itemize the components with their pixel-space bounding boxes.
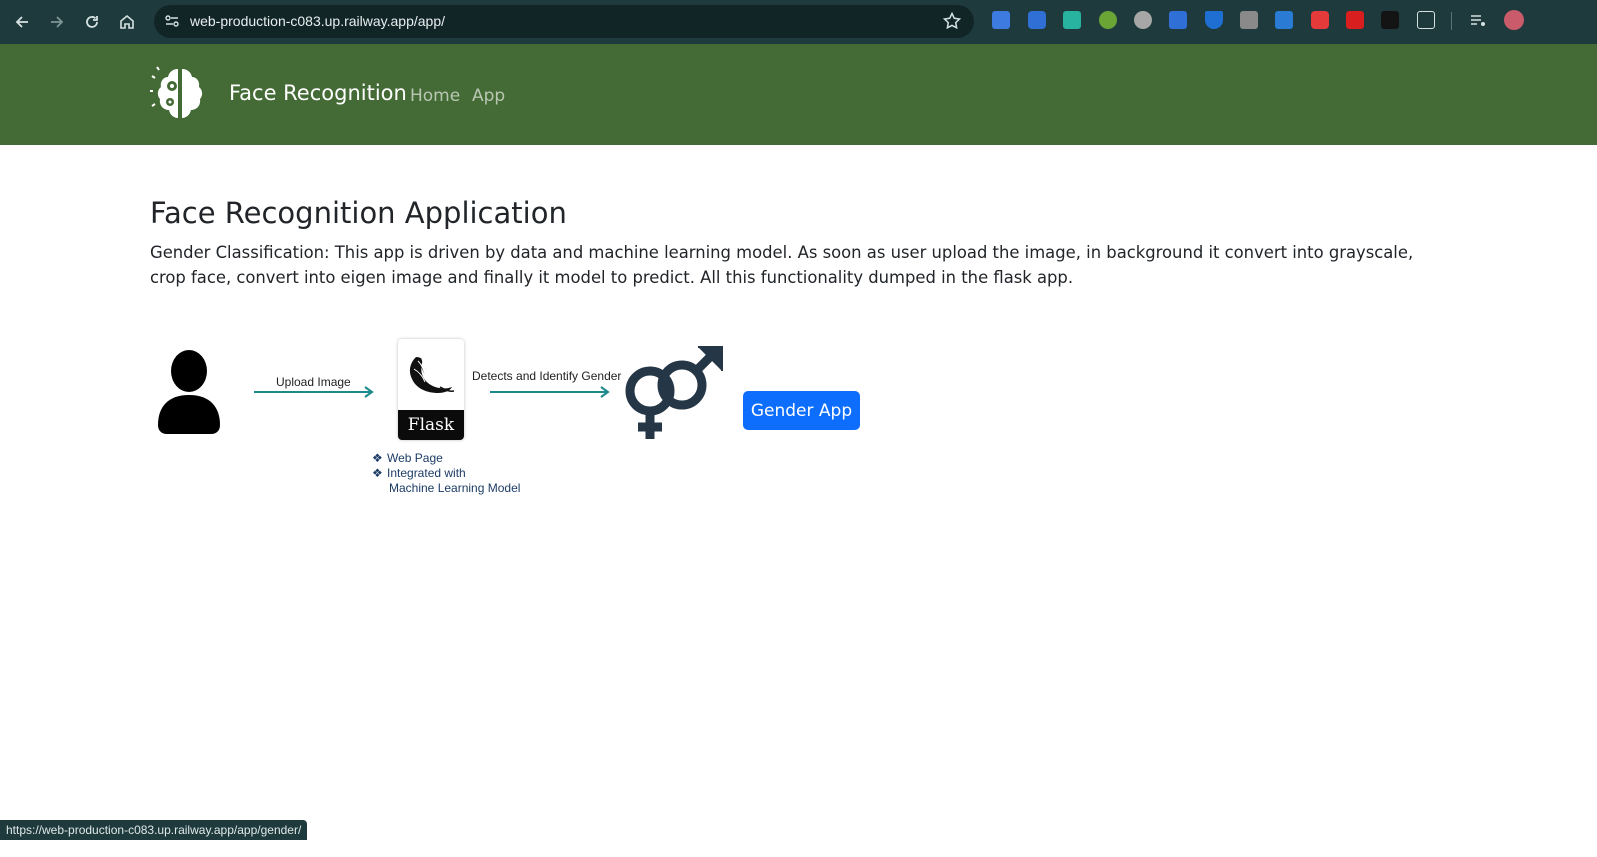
gender-app-button[interactable]: Gender App xyxy=(743,391,860,430)
home-icon[interactable] xyxy=(114,9,140,35)
note-bullet-icon: ❖ xyxy=(372,466,383,480)
site-navbar: Face Recognition Home App xyxy=(0,44,1597,145)
site-info-icon[interactable] xyxy=(163,12,181,30)
page-title: Face Recognition Application xyxy=(150,196,567,230)
extension-screen-icon[interactable] xyxy=(1028,11,1046,29)
brain-gear-logo-icon[interactable] xyxy=(150,64,212,122)
nav-link-app[interactable]: App xyxy=(472,86,505,106)
profile-avatar[interactable] xyxy=(1504,10,1524,30)
url-text[interactable]: web-production-c083.up.railway.app/app/ xyxy=(190,13,445,29)
arrow-right-icon xyxy=(254,386,374,398)
workflow-diagram: Upload Image Flask Detects and Identify … xyxy=(150,335,740,505)
extensions-puzzle-icon[interactable] xyxy=(1417,11,1435,29)
brand-name[interactable]: Face Recognition xyxy=(229,81,407,105)
extension-lh-icon[interactable] xyxy=(1381,11,1399,29)
note-integrated: Integrated with xyxy=(387,466,466,480)
extension-drive-icon[interactable] xyxy=(992,11,1010,29)
extension-edit-icon[interactable] xyxy=(1169,11,1187,29)
extension-glasses-icon[interactable] xyxy=(1134,11,1152,29)
extension-gray-icon[interactable] xyxy=(1240,11,1258,29)
page-description: Gender Classification: This app is drive… xyxy=(150,243,1414,287)
note-ml-model: Machine Learning Model xyxy=(389,481,521,495)
note-web-page: Web Page xyxy=(387,451,443,465)
extension-code-icon[interactable] xyxy=(1063,11,1081,29)
back-icon[interactable] xyxy=(9,9,35,35)
media-control-icon[interactable] xyxy=(1469,11,1487,29)
forward-icon[interactable] xyxy=(44,9,70,35)
link-status-bubble: https://web-production-c083.up.railway.a… xyxy=(0,820,308,840)
note-bullet-icon: ❖ xyxy=(372,451,383,465)
browser-toolbar: web-production-c083.up.railway.app/app/ xyxy=(0,0,1597,44)
gender-symbol-icon xyxy=(625,345,723,439)
arrow-right-icon xyxy=(490,386,610,398)
flask-logo: Flask xyxy=(398,339,464,440)
reload-icon[interactable] xyxy=(79,9,105,35)
flask-horn-icon xyxy=(409,357,455,393)
detect-gender-label: Detects and Identify Gender xyxy=(472,369,622,383)
user-silhouette-icon xyxy=(158,350,220,434)
flask-wordmark: Flask xyxy=(398,410,464,440)
nav-link-home[interactable]: Home xyxy=(410,86,460,106)
extension-shield-icon[interactable] xyxy=(1205,11,1223,29)
toolbar-divider xyxy=(1451,12,1452,30)
extension-pin-icon[interactable] xyxy=(1275,11,1293,29)
extension-play-icon[interactable] xyxy=(1311,11,1329,29)
bookmark-star-icon[interactable] xyxy=(942,11,962,31)
extension-plus-icon[interactable] xyxy=(1099,11,1117,29)
extension-v-icon[interactable] xyxy=(1346,11,1364,29)
address-bar[interactable]: web-production-c083.up.railway.app/app/ xyxy=(154,5,974,38)
